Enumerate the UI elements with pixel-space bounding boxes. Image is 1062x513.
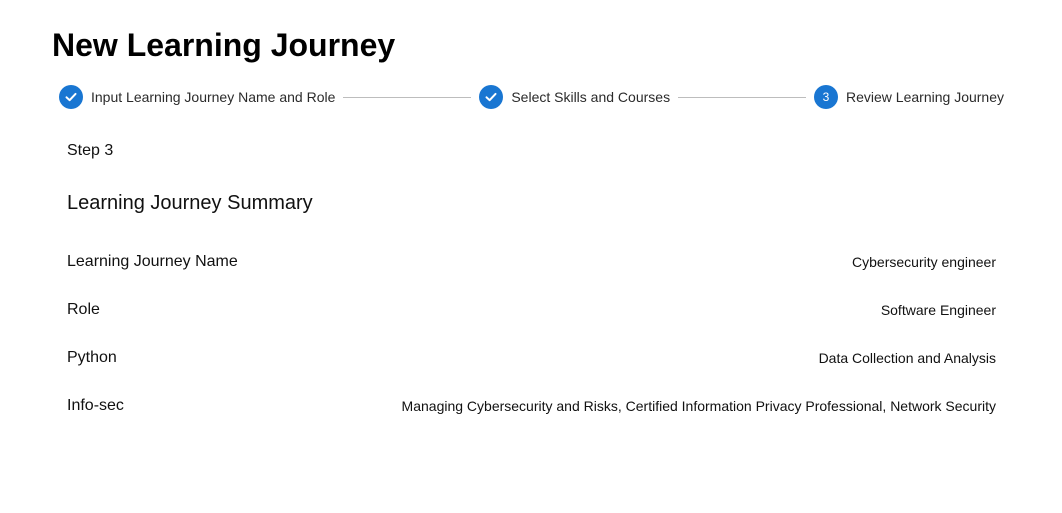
summary-list: Learning Journey Name Cybersecurity engi… — [67, 238, 996, 430]
summary-row-python: Python Data Collection and Analysis — [67, 334, 996, 382]
row-value: Managing Cybersecurity and Risks, Certif… — [401, 398, 996, 414]
step-1-label: Input Learning Journey Name and Role — [91, 89, 336, 105]
row-key: Info-sec — [67, 397, 124, 414]
step-1-check-icon — [59, 85, 83, 109]
row-key: Learning Journey Name — [67, 253, 238, 270]
step-connector — [678, 96, 807, 98]
step-2[interactable]: Select Skills and Courses — [479, 85, 670, 109]
row-key: Python — [67, 349, 117, 366]
row-key: Role — [67, 301, 100, 318]
step-3-number-badge: 3 — [814, 85, 839, 109]
summary-row-role: Role Software Engineer — [67, 286, 996, 334]
step-3-number: 3 — [822, 90, 830, 104]
step-connector — [343, 96, 472, 98]
step-2-check-icon — [479, 85, 504, 109]
step-2-label: Select Skills and Courses — [511, 89, 671, 105]
page-title: New Learning Journey — [52, 27, 396, 63]
row-value: Cybersecurity engineer — [852, 254, 996, 270]
step-3[interactable]: 3 Review Learning Journey — [814, 85, 1004, 109]
step-3-label: Review Learning Journey — [846, 89, 1004, 105]
step-1[interactable]: Input Learning Journey Name and Role — [59, 85, 335, 109]
summary-row-info-sec: Info-sec Managing Cybersecurity and Risk… — [67, 382, 996, 430]
summary-row-journey-name: Learning Journey Name Cybersecurity engi… — [67, 238, 996, 286]
row-value: Software Engineer — [880, 302, 996, 318]
step-caption: Step 3 — [67, 142, 114, 159]
stepper: Input Learning Journey Name and Role Sel… — [59, 84, 1004, 110]
summary-title: Learning Journey Summary — [67, 192, 313, 214]
row-value: Data Collection and Analysis — [818, 350, 996, 366]
